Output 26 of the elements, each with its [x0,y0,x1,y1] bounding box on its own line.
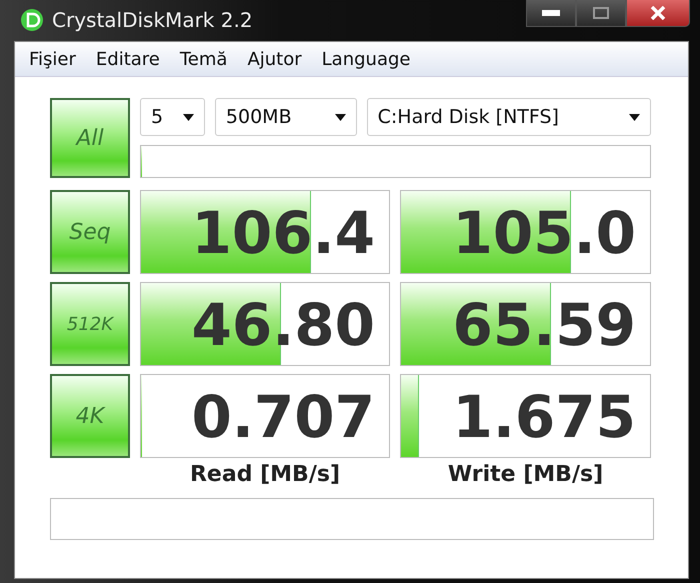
close-icon [650,6,666,20]
menu-item[interactable]: Fişier [21,48,84,70]
caret-icon [629,114,640,120]
app-logo-icon [20,8,44,32]
minimize-button[interactable] [526,0,576,27]
close-button[interactable] [626,0,690,27]
test-button[interactable]: 512K [50,282,130,366]
menu-item[interactable]: Ajutor [239,48,310,70]
result-value: 1.675 [452,382,637,453]
column-label: Write [MB/s] [446,461,604,487]
result-value: 0.707 [190,382,376,453]
caret-icon [334,114,346,120]
maximize-icon [593,7,609,19]
drive-dropdown[interactable]: C:Hard Disk [NTFS] [366,98,651,136]
caret-icon [182,114,194,120]
maximize-button[interactable] [576,0,626,27]
size-dropdown[interactable]: 500MB [214,98,357,136]
window-title: CrystalDiskMark 2.2 [52,8,253,32]
menu-item[interactable]: Editare [88,48,168,70]
count-dropdown[interactable]: 5 [140,98,205,136]
column-label: Read [MB/s] [188,461,341,487]
test-button[interactable]: 4K [50,374,130,458]
menu-item[interactable]: Language [314,48,418,70]
run-all-button[interactable]: All [50,98,130,178]
minimize-icon [542,10,560,16]
menu-item[interactable]: Temă [172,48,236,70]
